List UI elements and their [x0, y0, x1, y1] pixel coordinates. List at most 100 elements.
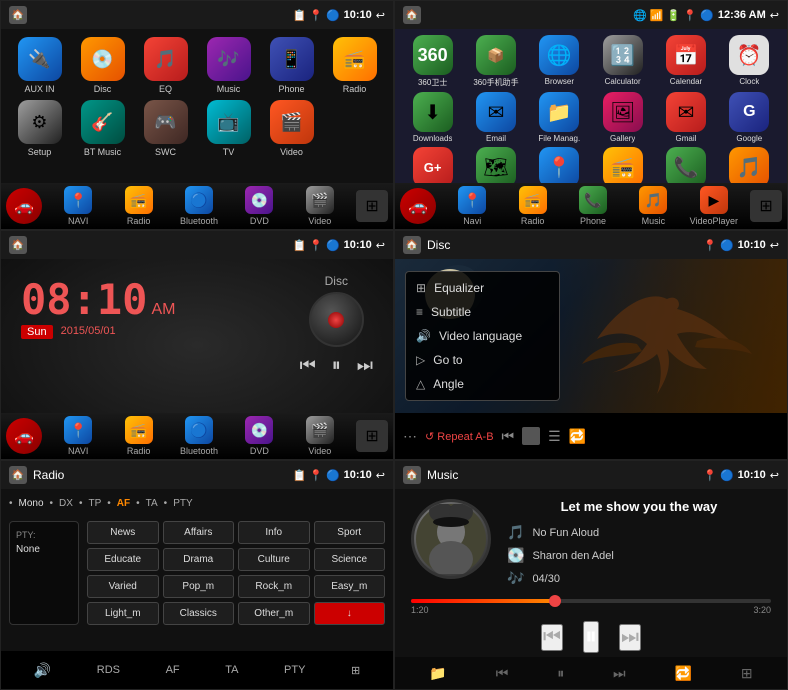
pty-info[interactable]: Info	[238, 521, 310, 544]
app-setup[interactable]: ⚙ Setup	[11, 100, 68, 157]
nav-grid-button-3[interactable]: ⊞	[356, 420, 388, 452]
nav-bluetooth[interactable]: 🔵 Bluetooth	[169, 186, 229, 226]
radio-ta-btn[interactable]: TA	[225, 664, 238, 676]
car-button-2[interactable]: 🚗	[400, 188, 436, 224]
android-app-360helper[interactable]: 📦 360手机助手	[466, 35, 525, 88]
android-app-email[interactable]: ✉ Email	[466, 92, 525, 143]
home-icon-4[interactable]: 🏠	[403, 236, 421, 254]
android-app-gallery[interactable]: 🖼 Gallery	[593, 92, 652, 143]
nav-navi[interactable]: 📍 NAVI	[48, 186, 108, 226]
app-bt-music[interactable]: 🎸 BT Music	[74, 100, 131, 157]
pty-other-m[interactable]: Other_m	[238, 602, 310, 625]
music-folder-btn[interactable]: 📁	[429, 665, 446, 682]
pty-affairs[interactable]: Affairs	[163, 521, 235, 544]
app-aux-in[interactable]: 🔌 AUX IN	[11, 37, 68, 94]
disc-skip-back[interactable]: ⏮	[502, 428, 515, 445]
music-eq-btn[interactable]: ⊞	[741, 665, 753, 682]
nav-video-3[interactable]: 🎬 Video	[290, 416, 350, 456]
menu-angle[interactable]: △ Angle	[406, 372, 559, 396]
pty-rock-m[interactable]: Rock_m	[238, 575, 310, 598]
prev-button[interactable]: ⏮	[300, 355, 316, 376]
pty-easy-m[interactable]: Easy_m	[314, 575, 386, 598]
pty-scroll-down[interactable]: ↓	[314, 602, 386, 625]
menu-equalizer[interactable]: ⊞ Equalizer	[406, 276, 559, 300]
music-pause2-btn[interactable]: ⏸	[557, 665, 564, 682]
app-disc[interactable]: 💿 Disc	[74, 37, 131, 94]
nav-navi-3[interactable]: 📍 NAVI	[48, 416, 108, 456]
nav-bluetooth-3[interactable]: 🔵 Bluetooth	[169, 416, 229, 456]
pty-culture[interactable]: Culture	[238, 548, 310, 571]
menu-video-language[interactable]: 🔊 Video language	[406, 324, 559, 348]
android-app-calculator[interactable]: 🔢 Calculator	[593, 35, 652, 88]
android-app-360weidun[interactable]: 360 360卫士	[403, 35, 462, 88]
nav-grid-button-2[interactable]: ⊞	[750, 190, 782, 222]
music-play-btn[interactable]: ⏸	[583, 621, 599, 653]
app-swc[interactable]: 🎮 SWC	[137, 100, 194, 157]
nav-videoplayer-2[interactable]: ▶ VideoPlayer	[684, 186, 744, 226]
pty-classics[interactable]: Classics	[163, 602, 235, 625]
radio-af-btn[interactable]: AF	[166, 664, 180, 676]
radio-pty-btn[interactable]: PTY	[284, 664, 305, 676]
android-app-filemanager[interactable]: 📁 File Manag.	[530, 92, 589, 143]
pause-button[interactable]: ⏸	[332, 355, 341, 376]
android-app-clock[interactable]: ⏰ Clock	[720, 35, 779, 88]
home-icon-2[interactable]: 🏠	[403, 6, 421, 24]
pty-drama[interactable]: Drama	[163, 548, 235, 571]
pty-educate[interactable]: Educate	[87, 548, 159, 571]
android-app-gmail[interactable]: ✉ Gmail	[656, 92, 715, 143]
pty-pop-m[interactable]: Pop_m	[163, 575, 235, 598]
back-icon-4[interactable]: ↩	[770, 239, 779, 252]
back-icon-2[interactable]: ↩	[770, 9, 779, 22]
pty-news[interactable]: News	[87, 521, 159, 544]
app-video[interactable]: 🎬 Video	[263, 100, 320, 157]
next-button[interactable]: ⏭	[357, 355, 373, 376]
menu-go-to[interactable]: ▷ Go to	[406, 348, 559, 372]
music-skip-back-btn[interactable]: ⏮	[496, 665, 509, 682]
android-app-google[interactable]: G Google	[720, 92, 779, 143]
music-prev-btn[interactable]: ⏮	[541, 624, 563, 651]
disc-list-btn[interactable]: ☰	[548, 428, 561, 445]
android-app-browser[interactable]: 🌐 Browser	[530, 35, 589, 88]
music-repeat-btn[interactable]: 🔁	[675, 665, 692, 682]
nav-navi-2[interactable]: 📍 Navi	[442, 186, 502, 226]
app-music[interactable]: 🎶 Music	[200, 37, 257, 94]
back-icon-3[interactable]: ↩	[376, 239, 385, 252]
android-app-calendar[interactable]: 📅 Calendar	[656, 35, 715, 88]
radio-vol-btn[interactable]: 🔊	[34, 662, 51, 679]
pty-science[interactable]: Science	[314, 548, 386, 571]
progress-bar[interactable]	[411, 599, 771, 603]
nav-video[interactable]: 🎬 Video	[290, 186, 350, 226]
home-icon-3[interactable]: 🏠	[9, 236, 27, 254]
nav-grid-button[interactable]: ⊞	[356, 190, 388, 222]
nav-radio[interactable]: 📻 Radio	[108, 186, 168, 226]
music-next-btn[interactable]: ⏭	[619, 624, 641, 651]
android-app-downloads[interactable]: ⬇ Downloads	[403, 92, 462, 143]
radio-rds-btn[interactable]: RDS	[97, 664, 120, 676]
app-eq[interactable]: 🎵 EQ	[137, 37, 194, 94]
disc-loop-btn[interactable]: 🔁	[569, 428, 586, 445]
disc-menu-btn[interactable]: ⋯	[403, 428, 417, 445]
pty-varied[interactable]: Varied	[87, 575, 159, 598]
nav-dvd[interactable]: 💿 DVD	[229, 186, 289, 226]
nav-radio-2[interactable]: 📻 Radio	[502, 186, 562, 226]
car-button[interactable]: 🚗	[6, 188, 42, 224]
nav-dvd-3[interactable]: 💿 DVD	[229, 416, 289, 456]
app-phone[interactable]: 📱 Phone	[263, 37, 320, 94]
pty-light-m[interactable]: Light_m	[87, 602, 159, 625]
pty-sport[interactable]: Sport	[314, 521, 386, 544]
disc-stop-button[interactable]	[522, 427, 540, 445]
back-icon-5[interactable]: ↩	[376, 469, 385, 482]
radio-grid-btn[interactable]: ⊞	[351, 664, 360, 677]
back-icon-1[interactable]: ↩	[376, 9, 385, 22]
home-icon-6[interactable]: 🏠	[403, 466, 421, 484]
app-radio[interactable]: 📻 Radio	[326, 37, 383, 94]
home-icon-5[interactable]: 🏠	[9, 466, 27, 484]
menu-subtitle[interactable]: ≡ Subtitle	[406, 300, 559, 324]
back-icon-6[interactable]: ↩	[770, 469, 779, 482]
nav-phone-2[interactable]: 📞 Phone	[563, 186, 623, 226]
car-button-3[interactable]: 🚗	[6, 418, 42, 454]
music-skip-fwd-btn[interactable]: ⏭	[613, 665, 626, 682]
home-icon-1[interactable]: 🏠	[9, 6, 27, 24]
nav-music-2[interactable]: 🎵 Music	[623, 186, 683, 226]
nav-radio-3[interactable]: 📻 Radio	[108, 416, 168, 456]
